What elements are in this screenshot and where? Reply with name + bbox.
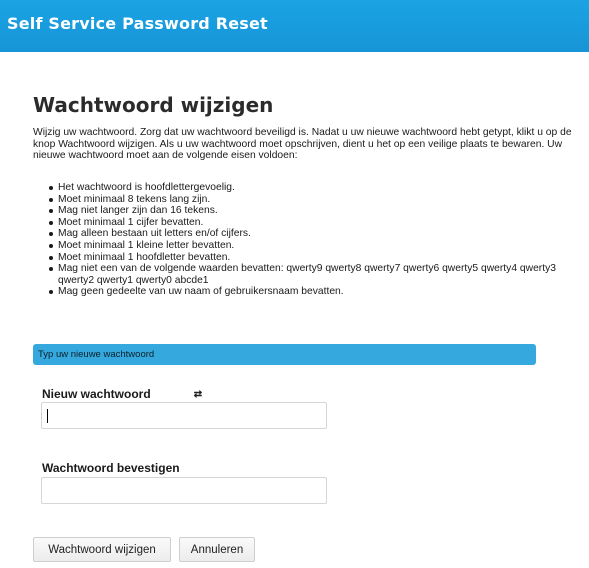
rule-item: Het wachtwoord is hoofdlettergevoelig. — [47, 182, 577, 194]
rule-item: Moet minimaal 1 hoofdletter bevatten. — [47, 252, 577, 264]
change-password-button[interactable]: Wachtwoord wijzigen — [33, 537, 171, 562]
new-password-label: Nieuw wachtwoord — [42, 387, 151, 401]
rule-item: Moet minimaal 1 cijfer bevatten. — [47, 217, 577, 229]
confirm-password-label: Wachtwoord bevestigen — [42, 461, 180, 475]
rule-item: Moet minimaal 1 kleine letter bevatten. — [47, 240, 577, 252]
section-header-label: Typ uw nieuwe wachtwoord — [38, 349, 155, 360]
intro-text: Wijzig uw wachtwoord. Zorg dat uw wachtw… — [33, 127, 572, 162]
rule-item: Mag niet langer zijn dan 16 tekens. — [47, 205, 577, 217]
rule-item: Mag alleen bestaan uit letters en/of cij… — [47, 228, 577, 240]
page-title: Wachtwoord wijzigen — [33, 93, 274, 117]
rule-item: Mag niet een van de volgende waarden bev… — [47, 263, 577, 286]
text-cursor — [47, 409, 48, 423]
rule-item: Moet minimaal 8 tekens lang zijn. — [47, 194, 577, 206]
rule-item: Mag geen gedeelte van uw naam of gebruik… — [47, 286, 577, 298]
app-header: Self Service Password Reset — [0, 0, 589, 52]
confirm-password-input[interactable] — [41, 477, 327, 504]
new-password-section-header: Typ uw nieuwe wachtwoord — [33, 344, 536, 365]
password-rules-list: Het wachtwoord is hoofdlettergevoelig. M… — [47, 182, 577, 298]
app-title: Self Service Password Reset — [7, 14, 268, 33]
refresh-icon[interactable]: ⇄ — [192, 389, 204, 401]
cancel-button[interactable]: Annuleren — [179, 537, 255, 562]
new-password-input[interactable] — [41, 402, 327, 429]
